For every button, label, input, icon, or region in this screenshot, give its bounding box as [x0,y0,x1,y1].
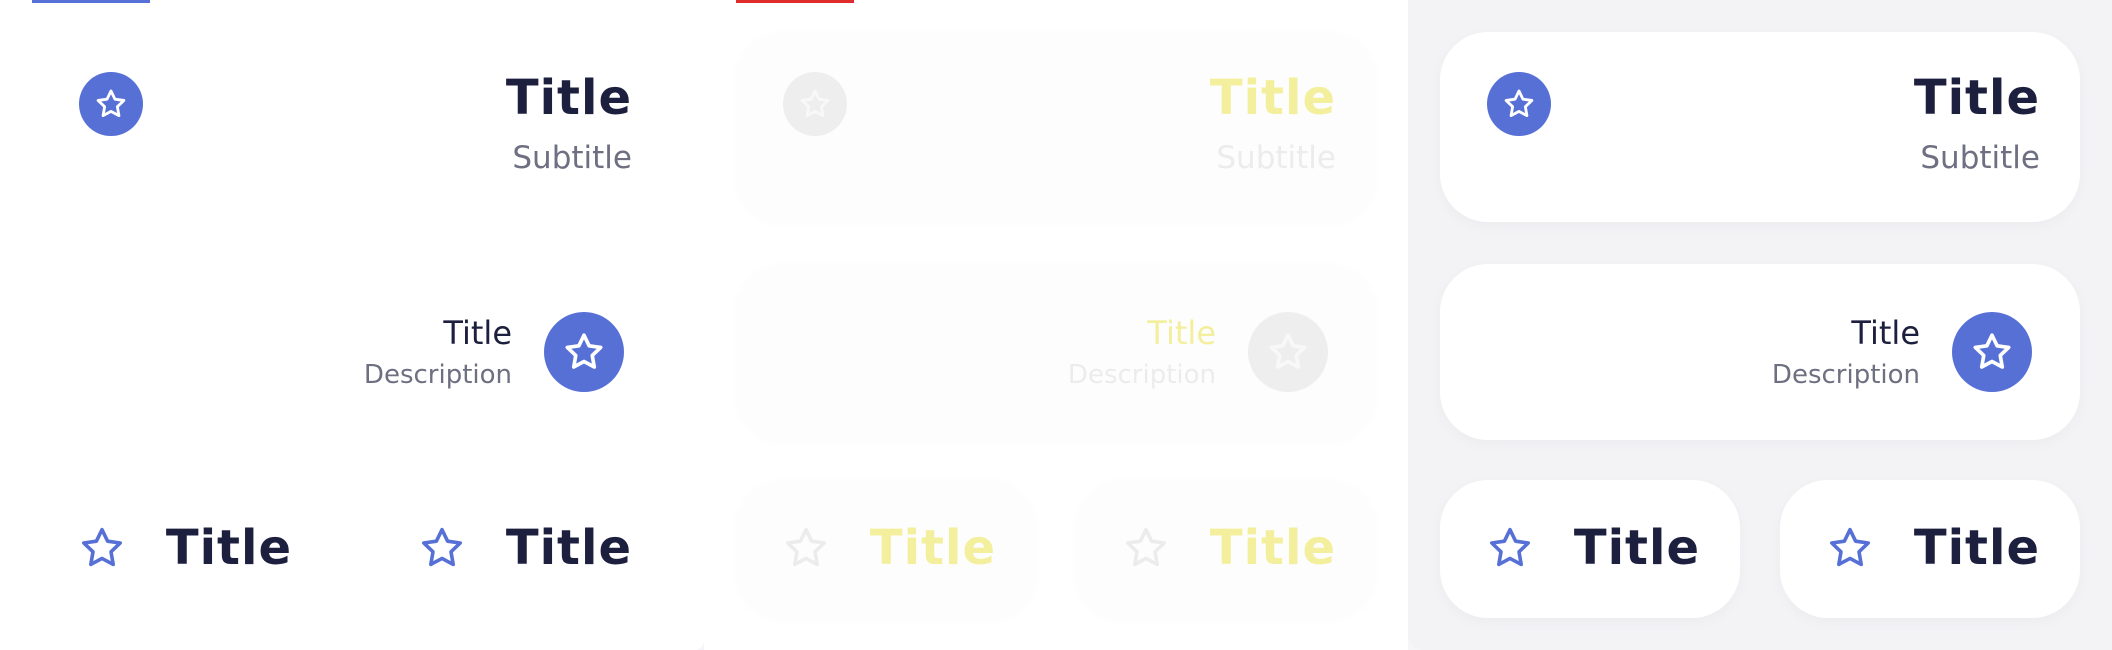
star-icon-badge [783,72,847,136]
card-title: Title [165,520,292,576]
list-item-card-with-description[interactable]: Title Description [736,264,1376,440]
card-title: Title [505,70,632,126]
star-icon-badge [79,72,143,136]
card-title: Title [1573,520,1700,576]
list-item-card-with-description[interactable]: Title Description [32,264,672,440]
star-icon-badge [1487,72,1551,136]
card-title: Title [1913,520,2040,576]
card-title: Title [1913,70,2040,126]
star-icon [96,89,126,118]
star-icon-badge [1952,312,2032,392]
star-icon [800,89,830,118]
list-item-card-with-description[interactable]: Title Description [1440,264,2080,440]
star-icon-badge [1248,312,1328,392]
compact-card[interactable]: Title [1440,480,1740,618]
star-icon [782,524,830,576]
list-item-card-with-subtitle[interactable]: Title Subtitle [1440,32,2080,222]
star-icon [1122,524,1170,576]
card-title: Title [505,520,632,576]
star-icon [1269,333,1307,369]
component-panel-default: Title Subtitle Title Description Title T… [0,0,704,650]
compact-card[interactable]: Title [1780,480,2080,618]
compact-card[interactable]: Title [1076,480,1376,618]
card-title: Title [1209,520,1336,576]
star-icon [78,524,126,576]
star-icon [1486,524,1534,576]
card-title: Title [1209,70,1336,126]
star-icon [565,333,603,369]
card-title: Title [443,314,512,352]
star-icon-badge [544,312,624,392]
card-subtitle: Subtitle [512,140,632,176]
star-icon [418,524,466,576]
component-panel-cards: Title Subtitle Title Description Title T… [1408,0,2112,650]
list-item-card-with-subtitle[interactable]: Title Subtitle [32,32,672,222]
card-description: Description [1771,360,1920,390]
compact-card[interactable]: Title [32,480,332,618]
compact-card[interactable]: Title [372,480,672,618]
card-description: Description [363,360,512,390]
star-icon [1973,333,2011,369]
card-title: Title [869,520,996,576]
star-icon [1826,524,1874,576]
card-title: Title [1147,314,1216,352]
card-subtitle: Subtitle [1216,140,1336,176]
compact-card[interactable]: Title [736,480,1036,618]
active-tab-indicator [736,0,854,3]
component-panel-overlay: Title Subtitle Title Description Title T… [704,0,1408,650]
card-subtitle: Subtitle [1920,140,2040,176]
list-item-card-with-subtitle[interactable]: Title Subtitle [736,32,1376,222]
active-tab-indicator [32,0,150,3]
card-title: Title [1851,314,1920,352]
card-description: Description [1067,360,1216,390]
star-icon [1504,89,1534,118]
